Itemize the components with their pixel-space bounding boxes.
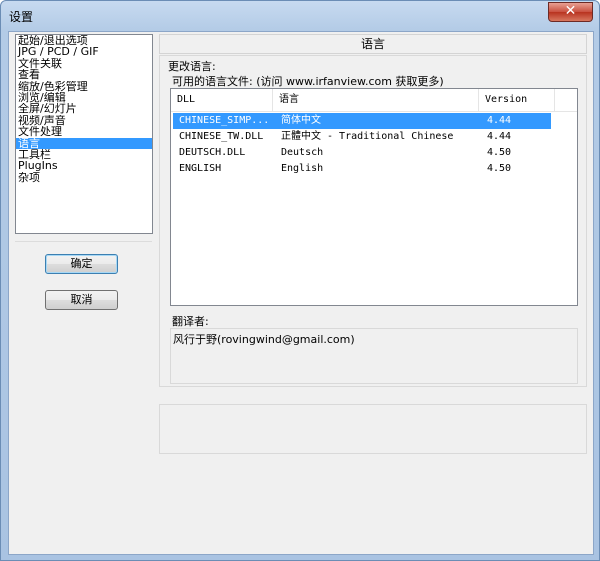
list-row[interactable]: DEUTSCH.DLL Deutsch 4.50 [171, 145, 577, 161]
close-icon: ✕ [564, 3, 577, 19]
ok-button[interactable]: 确定 [45, 254, 118, 274]
info-box [159, 404, 587, 454]
category-item-video-sound[interactable]: 视频/声音 [16, 115, 152, 126]
category-item-startup[interactable]: 起始/退出选项 [16, 35, 152, 46]
translator-value: 风行于野(rovingwind@gmail.com) [173, 333, 355, 346]
category-item-plugins[interactable]: PlugIns [16, 160, 152, 171]
close-button[interactable]: ✕ [548, 2, 593, 22]
list-row[interactable]: CHINESE_SIMP... 简体中文 4.44 [173, 113, 551, 129]
column-header-version[interactable]: Version [479, 89, 555, 111]
list-row[interactable]: CHINESE_TW.DLL 正體中文 - Traditional Chines… [171, 129, 577, 145]
category-item-viewing[interactable]: 查看 [16, 69, 152, 80]
language-group: 更改语言: 可用的语言文件: (访问 www.irfanview.com 获取更… [159, 55, 587, 387]
cell-language: 简体中文 [281, 115, 321, 126]
category-list[interactable]: 起始/退出选项 JPG / PCD / GIF 文件关联 查看 缩放/色彩管理 … [15, 34, 153, 234]
category-item-file-associations[interactable]: 文件关联 [16, 58, 152, 69]
category-item-fullscreen-slideshow[interactable]: 全屏/幻灯片 [16, 103, 152, 114]
button-panel: 确定 取消 [15, 241, 152, 382]
cell-language: English [281, 163, 324, 174]
language-file-list[interactable]: DLL 语言 Version CHINESE_SIMP... 简体中文 4.44… [170, 88, 578, 306]
category-item-browse-edit[interactable]: 浏览/编辑 [16, 92, 152, 103]
translator-label: 翻译者: [172, 315, 209, 328]
window-title: 设置 [9, 10, 34, 24]
cell-dll: CHINESE_TW.DLL [179, 131, 264, 142]
settings-window: 设置 ✕ 起始/退出选项 JPG / PCD / GIF 文件关联 查看 缩放/… [0, 0, 600, 561]
dialog-client-area: 起始/退出选项 JPG / PCD / GIF 文件关联 查看 缩放/色彩管理 … [8, 31, 594, 555]
cell-dll: ENGLISH [179, 163, 222, 174]
column-header-dll[interactable]: DLL [171, 89, 273, 111]
category-item-jpg-pcd-gif[interactable]: JPG / PCD / GIF [16, 46, 152, 57]
column-header-language[interactable]: 语言 [273, 89, 479, 111]
cell-language: Deutsch [281, 147, 324, 158]
available-files-label: 可用的语言文件: (访问 www.irfanview.com 获取更多) [172, 75, 444, 88]
list-row[interactable]: ENGLISH English 4.50 [171, 161, 577, 177]
list-header: DLL 语言 Version [171, 89, 577, 112]
cell-version: 4.50 [487, 147, 512, 158]
cell-version: 4.44 [487, 115, 512, 126]
category-item-language[interactable]: 语言 [16, 137, 152, 149]
panel-header: 语言 [159, 34, 587, 54]
category-item-misc[interactable]: 杂项 [16, 172, 152, 183]
change-language-label: 更改语言: [168, 60, 216, 73]
category-item-file-handling[interactable]: 文件处理 [16, 126, 152, 137]
cell-version: 4.44 [487, 131, 512, 142]
title-bar[interactable]: 设置 ✕ [1, 1, 599, 31]
cell-dll: DEUTSCH.DLL [179, 147, 246, 158]
category-item-zoom-color[interactable]: 缩放/色彩管理 [16, 81, 152, 92]
cell-version: 4.50 [487, 163, 512, 174]
translator-box: 风行于野(rovingwind@gmail.com) [170, 328, 578, 384]
cell-language: 正體中文 - Traditional Chinese [281, 131, 454, 142]
cancel-button[interactable]: 取消 [45, 290, 118, 310]
cell-dll: CHINESE_SIMP... [179, 115, 270, 126]
category-item-toolbar[interactable]: 工具栏 [16, 149, 152, 160]
